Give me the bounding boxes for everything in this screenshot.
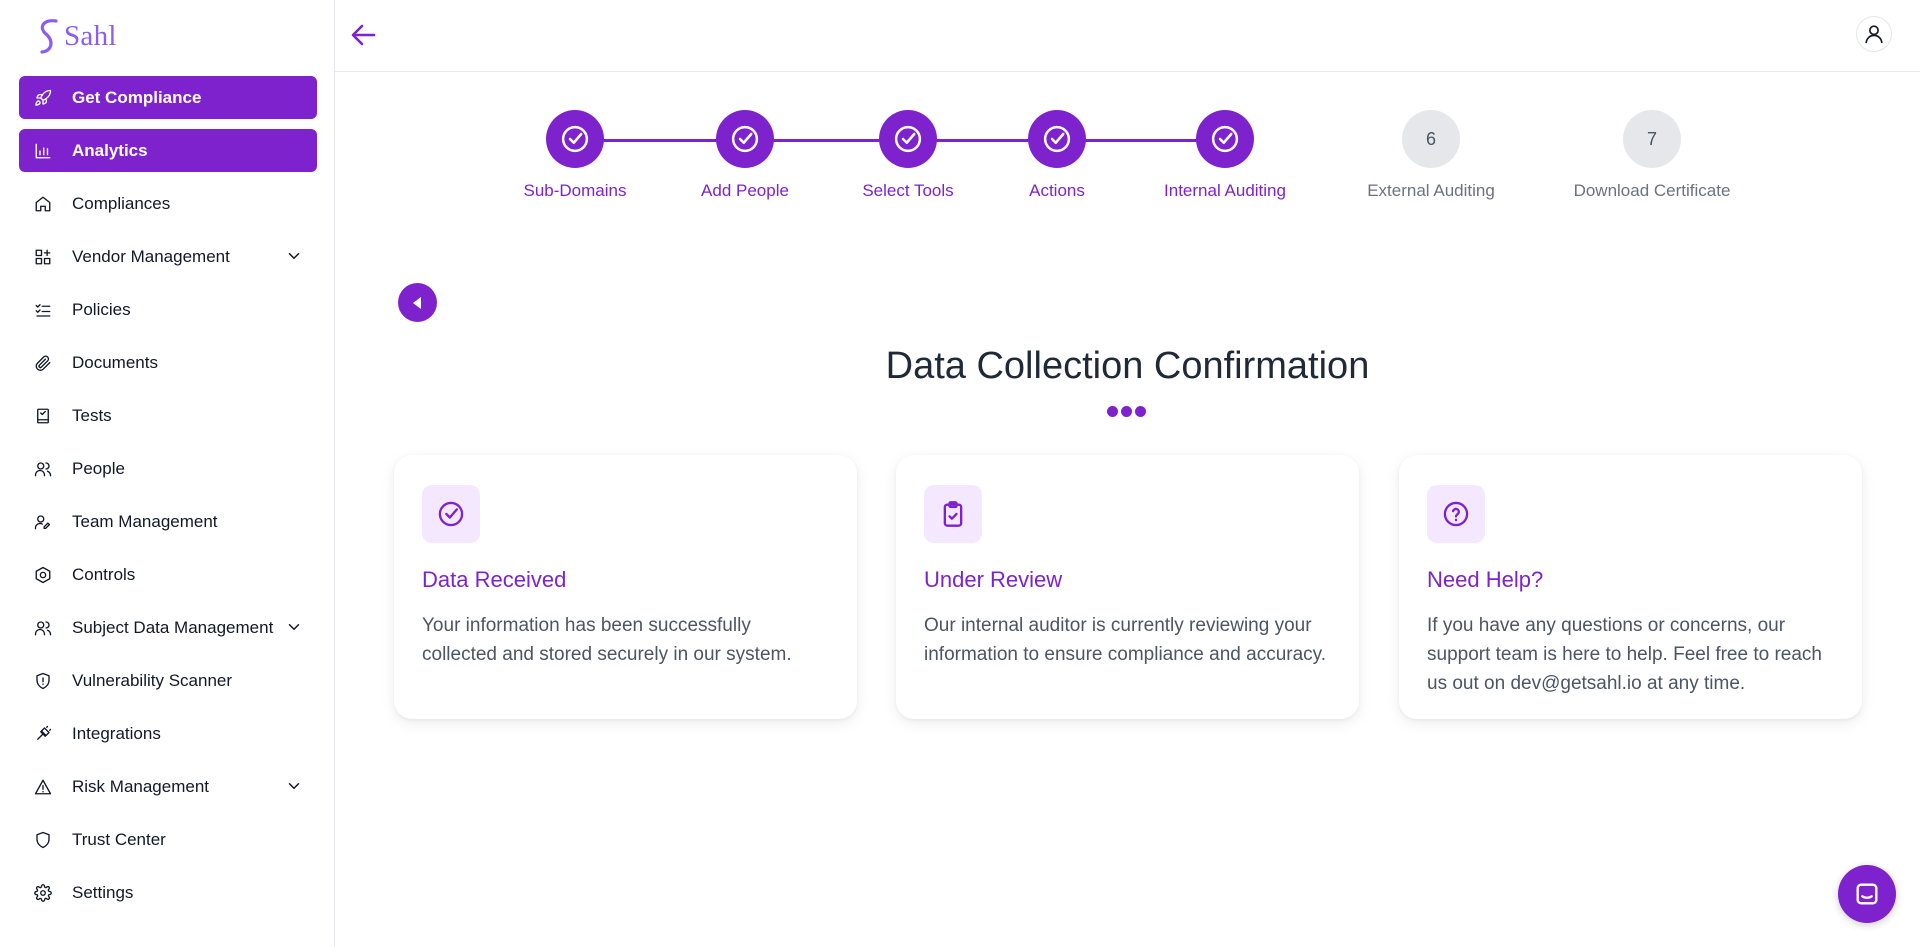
- check-circle-icon: [716, 110, 774, 168]
- sidebar-item-policies[interactable]: Policies: [19, 288, 317, 331]
- book-icon: [33, 406, 53, 426]
- sidebar-item-label: Risk Management: [72, 776, 210, 796]
- sidebar-item-vulnerability-scanner[interactable]: Vulnerability Scanner: [19, 659, 317, 702]
- sidebar-item-label: Tests: [72, 405, 112, 425]
- check-circle-icon: [1196, 110, 1254, 168]
- sidebar-item-label: Team Management: [72, 511, 218, 531]
- sidebar-item-label: Controls: [72, 564, 136, 584]
- sidebar-item-compliances[interactable]: Compliances: [19, 182, 317, 225]
- topbar: [335, 0, 1920, 72]
- sidebar-item-people[interactable]: People: [19, 447, 317, 490]
- sidebar-nav: Get Compliance Analytics Compliances Ven…: [19, 76, 317, 924]
- home-icon: [33, 194, 53, 214]
- sidebar-item-label: Documents: [72, 352, 158, 372]
- step-sub-domains[interactable]: Sub-Domains: [485, 110, 665, 201]
- sidebar-item-label: Get Compliance: [72, 87, 202, 107]
- sidebar-item-get-compliance[interactable]: Get Compliance: [19, 76, 317, 119]
- sidebar-item-label: Subject Data Management: [72, 617, 274, 637]
- page-title: Data Collection Confirmation: [885, 345, 1370, 387]
- step-label: Download Certificate: [1573, 181, 1731, 200]
- arrow-left-icon[interactable]: [349, 20, 379, 50]
- step-label: Sub-Domains: [523, 181, 627, 200]
- sidebar: Sahl Get Compliance Analytics Compliance…: [0, 0, 335, 947]
- chevron-down-icon[interactable]: [285, 247, 303, 265]
- sidebar-item-subject-data-management[interactable]: Subject Data Management: [19, 606, 317, 649]
- card-under-review: Under Review Our internal auditor is cur…: [896, 455, 1359, 719]
- sidebar-item-label: Analytics: [72, 140, 148, 160]
- sidebar-item-integrations[interactable]: Integrations: [19, 712, 317, 755]
- step-add-people[interactable]: Add People: [655, 110, 835, 201]
- users-icon: [33, 459, 53, 479]
- sidebar-item-settings[interactable]: Settings: [19, 871, 317, 914]
- help-circle-icon: [1427, 485, 1485, 543]
- step-number: 7: [1623, 110, 1681, 168]
- step-external-auditing[interactable]: 6 External Auditing: [1341, 110, 1521, 201]
- checklist-icon: [33, 300, 53, 320]
- sidebar-item-label: Trust Center: [72, 829, 166, 849]
- check-circle-icon: [1028, 110, 1086, 168]
- chat-icon: [1856, 883, 1878, 905]
- sidebar-item-label: Compliances: [72, 193, 171, 213]
- bar-chart-icon: [33, 141, 53, 161]
- user-icon[interactable]: [1856, 16, 1892, 52]
- chat-launcher-button[interactable]: [1838, 865, 1896, 923]
- app-logo[interactable]: Sahl: [36, 16, 117, 56]
- step-download-certificate[interactable]: 7 Download Certificate: [1562, 110, 1742, 201]
- sidebar-item-analytics[interactable]: Analytics: [19, 129, 317, 172]
- loading-dots: [1107, 406, 1146, 417]
- gear-icon: [33, 883, 53, 903]
- user-edit-icon: [33, 512, 53, 532]
- sidebar-item-tests[interactable]: Tests: [19, 394, 317, 437]
- step-label: External Auditing: [1367, 181, 1495, 200]
- logo-icon: [40, 19, 58, 54]
- card-text: Our internal auditor is currently review…: [924, 615, 1327, 665]
- sidebar-item-trust-center[interactable]: Trust Center: [19, 818, 317, 861]
- step-internal-auditing[interactable]: Internal Auditing: [1135, 110, 1315, 201]
- step-label: Add People: [701, 181, 789, 200]
- clipboard-check-icon: [924, 485, 982, 543]
- step-label: Actions: [1029, 181, 1085, 200]
- card-title: Need Help?: [1427, 567, 1544, 592]
- logo-text: Sahl: [64, 19, 117, 52]
- sidebar-item-team-management[interactable]: Team Management: [19, 500, 317, 543]
- shield-alert-icon: [33, 671, 53, 691]
- sidebar-item-documents[interactable]: Documents: [19, 341, 317, 384]
- card-text: If you have any questions or concerns, o…: [1427, 615, 1822, 694]
- chevron-down-icon[interactable]: [285, 777, 303, 795]
- check-circle-icon: [879, 110, 937, 168]
- chevron-down-icon[interactable]: [285, 618, 303, 636]
- caret-left-icon: [412, 296, 421, 309]
- users-icon: [33, 618, 53, 638]
- step-label: Internal Auditing: [1164, 181, 1286, 200]
- hexagon-icon: [33, 565, 53, 585]
- rocket-icon: [33, 88, 53, 108]
- check-circle-icon: [546, 110, 604, 168]
- warning-icon: [33, 777, 53, 797]
- sidebar-item-risk-management[interactable]: Risk Management: [19, 765, 317, 808]
- card-data-received: Data Received Your information has been …: [394, 455, 857, 719]
- card-text: Your information has been successfully c…: [422, 615, 792, 665]
- card-need-help: Need Help? If you have any questions or …: [1399, 455, 1862, 719]
- sidebar-item-label: Settings: [72, 882, 134, 902]
- previous-step-button[interactable]: [398, 283, 437, 322]
- shield-icon: [33, 830, 53, 850]
- sidebar-item-label: People: [72, 458, 125, 478]
- sidebar-item-label: Vendor Management: [72, 246, 230, 266]
- card-title: Data Received: [422, 567, 567, 592]
- plug-icon: [33, 724, 53, 744]
- step-actions[interactable]: Actions: [967, 110, 1147, 201]
- sidebar-item-label: Policies: [72, 299, 131, 319]
- card-title: Under Review: [924, 567, 1063, 592]
- sidebar-item-controls[interactable]: Controls: [19, 553, 317, 596]
- sidebar-item-label: Integrations: [72, 723, 161, 743]
- paperclip-icon: [33, 353, 53, 373]
- sidebar-item-label: Vulnerability Scanner: [72, 670, 233, 690]
- grid-plus-icon: [33, 247, 53, 267]
- check-circle-icon: [422, 485, 480, 543]
- sidebar-item-vendor-management[interactable]: Vendor Management: [19, 235, 317, 278]
- step-number: 6: [1402, 110, 1460, 168]
